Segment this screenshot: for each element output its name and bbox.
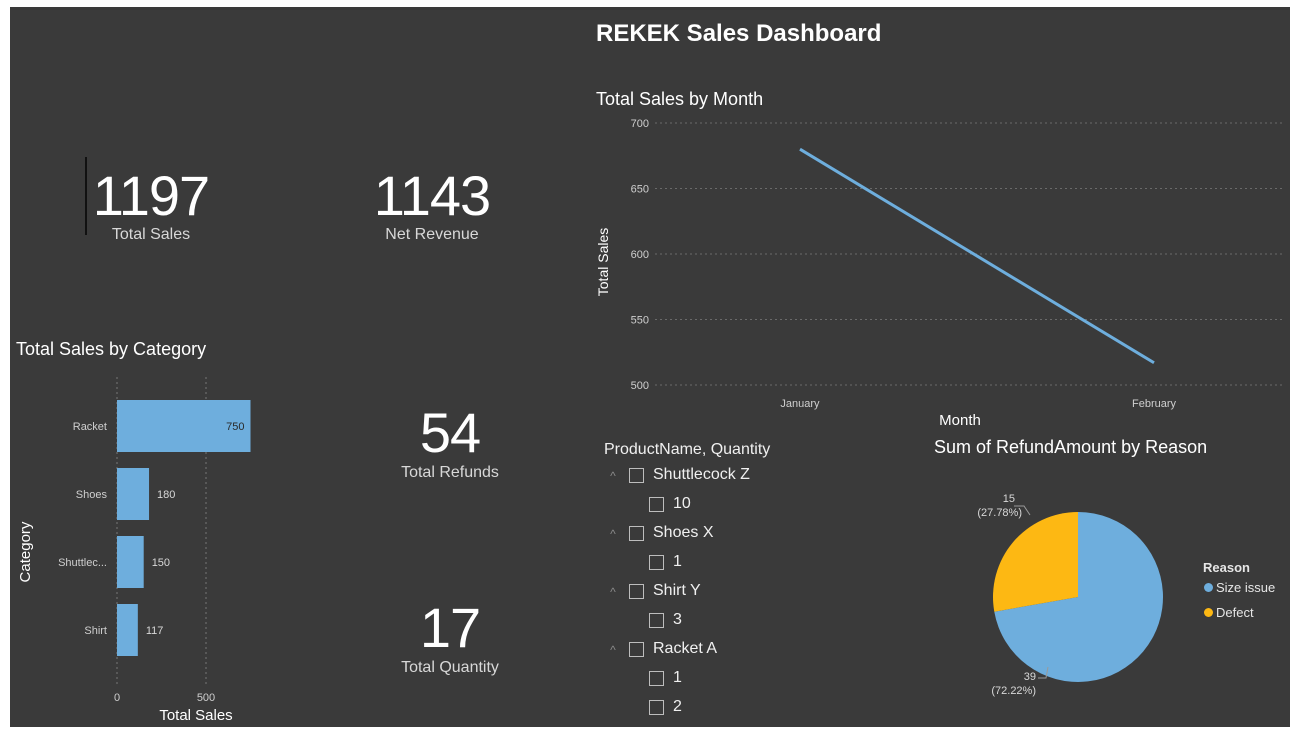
line-chart-title: Total Sales by Month bbox=[596, 89, 764, 109]
checkbox[interactable] bbox=[649, 699, 664, 715]
bar-y-axis-title: Category bbox=[17, 521, 34, 582]
line-y-tick: 500 bbox=[631, 380, 649, 392]
total-refunds-value: 54 bbox=[419, 401, 481, 464]
slicer-title: ProductName, Quantity bbox=[604, 441, 771, 458]
bar-data-label: 180 bbox=[157, 489, 175, 501]
line-y-tick: 700 bbox=[631, 118, 649, 130]
pie-label-defect-value: 15 bbox=[1003, 493, 1015, 505]
pie-slice-defect[interactable] bbox=[993, 512, 1078, 612]
bar-shuttlecock[interactable] bbox=[117, 536, 144, 588]
line-x-tick: January bbox=[780, 398, 820, 410]
line-y-tick: 600 bbox=[631, 249, 649, 261]
checkbox[interactable] bbox=[649, 612, 664, 628]
slicer-item-label: 2 bbox=[673, 698, 682, 715]
net-revenue-label: Net Revenue bbox=[385, 226, 479, 243]
bar-category-label: Shoes bbox=[76, 489, 108, 501]
line-series-total-sales[interactable] bbox=[799, 147, 1155, 365]
line-x-axis-title: Month bbox=[939, 412, 981, 429]
checkbox[interactable] bbox=[649, 554, 664, 570]
slicer-group-shirt-y[interactable]: ^ Shirt Y bbox=[607, 578, 701, 604]
checkbox[interactable] bbox=[649, 670, 664, 686]
legend-dot-icon bbox=[1204, 583, 1213, 592]
chevron-up-icon[interactable]: ^ bbox=[607, 527, 619, 541]
slicer-group-label: Shoes X bbox=[653, 524, 714, 541]
pie-legend-title: Reason bbox=[1203, 560, 1250, 575]
pie-chart-title: Sum of RefundAmount by Reason bbox=[934, 437, 1208, 457]
bar-shirt[interactable] bbox=[117, 604, 138, 656]
slicer-group-shuttlecock-z[interactable]: ^ Shuttlecock Z bbox=[607, 462, 750, 488]
bar-category-label: Racket bbox=[73, 421, 107, 433]
slicer-group-label: Shuttlecock Z bbox=[653, 466, 750, 483]
slicer-item[interactable]: 1 bbox=[649, 549, 682, 575]
total-quantity-value: 17 bbox=[419, 596, 481, 659]
pie-label-size-issue-percent: (72.22%) bbox=[991, 685, 1036, 697]
slicer-item[interactable]: 1 bbox=[649, 665, 682, 691]
slicer-group-shoes-x[interactable]: ^ Shoes X bbox=[607, 520, 713, 546]
slicer-item[interactable]: 2 bbox=[649, 694, 682, 720]
bar-x-tick-0: 0 bbox=[114, 692, 120, 704]
legend-item-defect[interactable]: Defect bbox=[1204, 605, 1254, 620]
bar-data-label: 750 bbox=[226, 421, 244, 433]
line-y-tick: 550 bbox=[631, 315, 649, 327]
checkbox[interactable] bbox=[629, 525, 644, 541]
slicer-group-label: Racket A bbox=[653, 640, 718, 657]
bar-x-axis-title: Total Sales bbox=[159, 707, 232, 724]
bar-category-label: Shirt bbox=[84, 625, 107, 637]
bar-shoes[interactable] bbox=[117, 468, 150, 520]
bar-data-label: 150 bbox=[152, 557, 170, 569]
legend-dot-icon bbox=[1204, 608, 1213, 617]
pie-chart[interactable]: 15 (27.78%) 39 (72.22%) bbox=[950, 477, 1190, 727]
legend-label: Size issue bbox=[1216, 580, 1276, 595]
line-y-axis-title: Total Sales bbox=[595, 228, 611, 296]
chevron-up-icon[interactable]: ^ bbox=[607, 585, 619, 599]
bar-data-label: 117 bbox=[146, 625, 164, 637]
slicer-item[interactable]: 3 bbox=[649, 607, 682, 633]
chevron-up-icon[interactable]: ^ bbox=[607, 469, 619, 483]
checkbox[interactable] bbox=[629, 641, 644, 657]
checkbox[interactable] bbox=[629, 467, 644, 483]
chevron-up-icon[interactable]: ^ bbox=[607, 643, 619, 657]
bar-chart[interactable]: Racket 750Shoes 180Shuttlec... 150Shirt 117 … bbox=[10, 367, 310, 727]
slicer-item-label: 1 bbox=[673, 669, 682, 686]
total-sales-value: 1197 bbox=[92, 164, 210, 227]
slicer-item-label: 10 bbox=[673, 495, 691, 512]
total-quantity-label: Total Quantity bbox=[401, 659, 499, 676]
slicer-group-racket-a[interactable]: ^ Racket A bbox=[607, 636, 717, 662]
line-x-tick: February bbox=[1132, 398, 1177, 410]
legend-label: Defect bbox=[1216, 605, 1254, 620]
slicer-item-label: 3 bbox=[673, 611, 682, 628]
line-chart[interactable]: 700 650 600 550 500 January February Month To… bbox=[590, 112, 1290, 432]
checkbox[interactable] bbox=[629, 583, 644, 599]
slicer-item-label: 1 bbox=[673, 553, 682, 570]
legend-item-size-issue[interactable]: Size issue bbox=[1204, 580, 1275, 595]
slicer-item[interactable]: 10 bbox=[649, 491, 691, 517]
slicer-group-label: Shirt Y bbox=[653, 582, 701, 599]
total-refunds-label: Total Refunds bbox=[401, 464, 499, 481]
net-revenue-value: 1143 bbox=[373, 164, 491, 227]
dashboard-canvas: REKEK Sales Dashboard 1197 Total Sales 1… bbox=[10, 7, 1290, 727]
dashboard-title: REKEK Sales Dashboard bbox=[596, 20, 882, 47]
bar-x-tick-500: 500 bbox=[197, 692, 215, 704]
line-y-tick: 650 bbox=[631, 184, 649, 196]
checkbox[interactable] bbox=[649, 496, 664, 512]
bar-chart-title: Total Sales by Category bbox=[16, 339, 207, 359]
total-sales-label: Total Sales bbox=[111, 226, 191, 243]
pie-label-defect-percent: (27.78%) bbox=[977, 507, 1022, 519]
pie-label-size-issue-value: 39 bbox=[1024, 671, 1036, 683]
bar-category-label: Shuttlec... bbox=[58, 557, 107, 569]
